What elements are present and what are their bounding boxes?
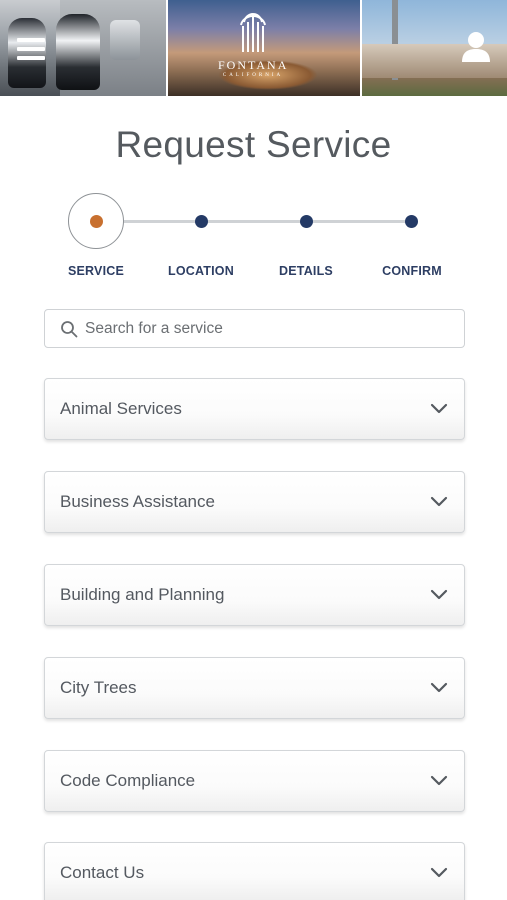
chevron-down-icon [430,867,448,878]
category-label: Building and Planning [60,585,225,604]
service-search-box[interactable] [44,309,465,348]
page-title: Request Service [115,124,392,165]
search-icon [61,320,78,337]
chevron-down-icon [430,682,448,693]
logo-subtitle: CALIFORNIA [222,73,284,78]
header-banner: FONTANA CALIFORNIA [0,0,507,96]
category-building-and-planning[interactable]: Building and Planning [44,564,465,626]
user-account-icon[interactable] [460,30,492,64]
chevron-down-icon [430,496,448,507]
step-dot-confirm[interactable] [405,215,418,228]
category-city-trees[interactable]: City Trees [44,657,465,719]
step-dot-service[interactable] [90,215,103,228]
step-dot-location[interactable] [195,215,208,228]
category-animal-services[interactable]: Animal Services [44,378,465,440]
category-label: Code Compliance [60,771,196,790]
category-contact-us[interactable]: Contact Us [44,842,465,900]
category-label: Contact Us [60,863,145,882]
category-business-assistance[interactable]: Business Assistance [44,471,465,533]
stepper-track [96,220,412,223]
chevron-down-icon [430,589,448,600]
category-label: Business Assistance [60,492,215,511]
step-label-details[interactable]: DETAILS [251,264,361,278]
step-label-confirm[interactable]: CONFIRM [357,264,467,278]
fountain-logo-icon [240,13,266,52]
chevron-down-icon [430,403,448,414]
category-label: City Trees [60,678,137,697]
hamburger-menu-icon[interactable] [17,38,45,60]
chevron-down-icon [430,775,448,786]
category-code-compliance[interactable]: Code Compliance [44,750,465,812]
step-dot-details[interactable] [300,215,313,228]
category-label: Animal Services [60,399,182,418]
logo-wordmark: FONTANA [218,58,289,72]
step-label-location[interactable]: LOCATION [146,264,256,278]
fontana-logo: FONTANA CALIFORNIA [218,12,288,84]
step-label-service[interactable]: SERVICE [41,264,151,278]
search-input[interactable] [85,319,445,338]
